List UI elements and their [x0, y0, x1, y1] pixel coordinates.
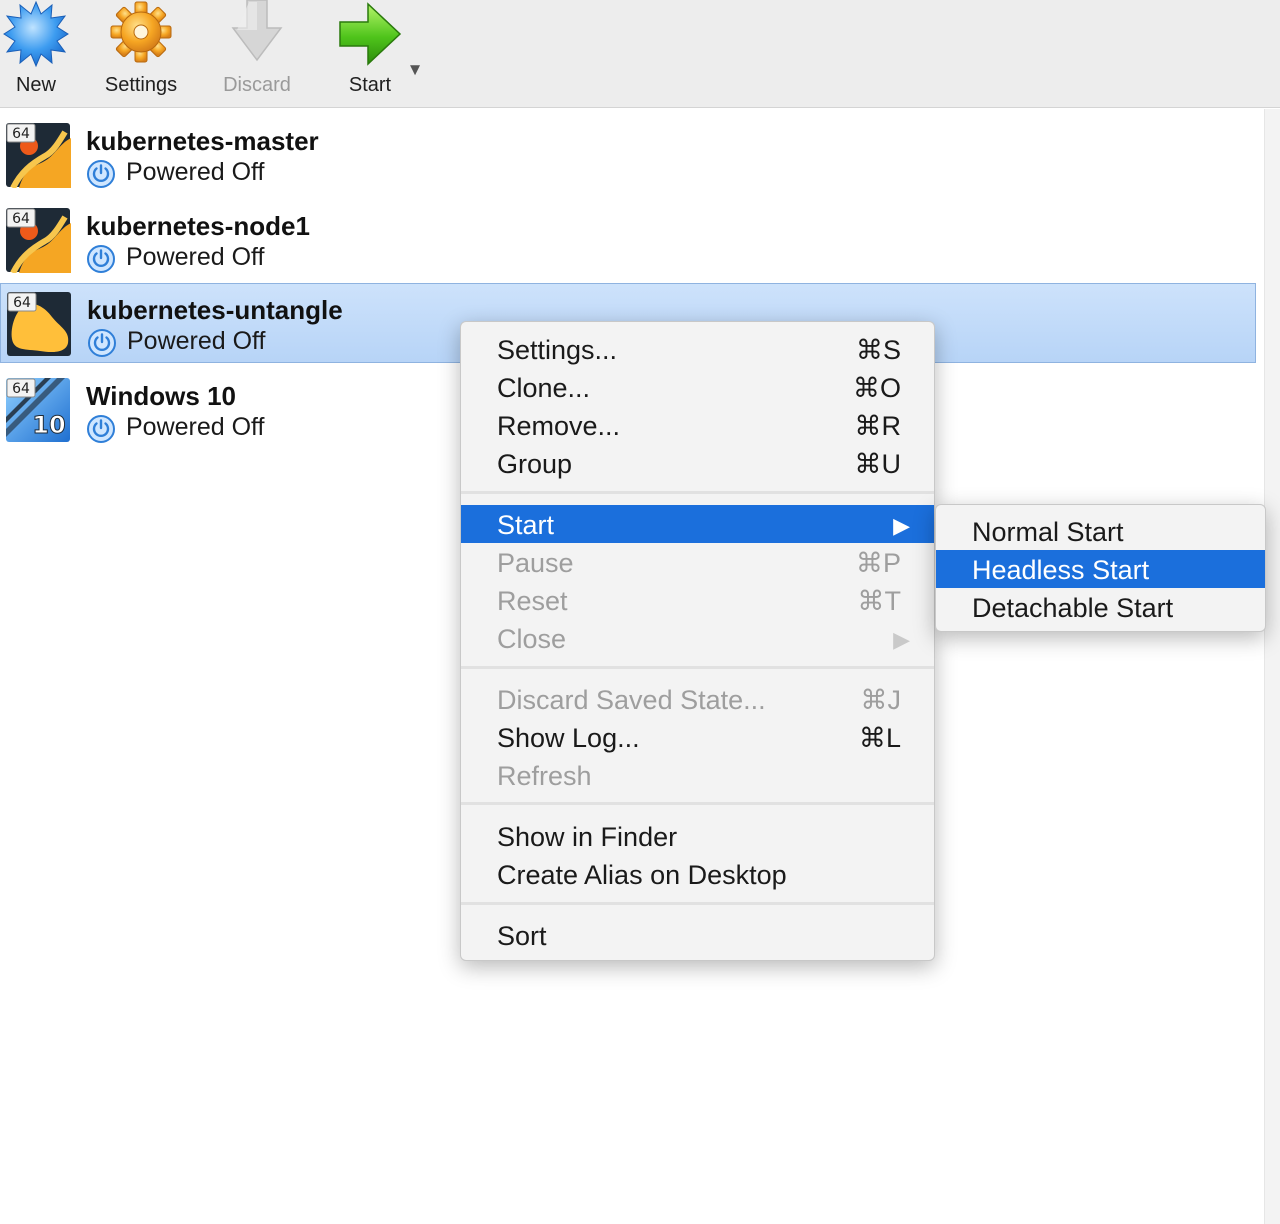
submenu-item-normal-start[interactable]: Normal Start — [936, 512, 1265, 550]
vm-name: Windows 10 — [86, 381, 237, 411]
submenu-item-headless-start[interactable]: Headless Start — [936, 550, 1265, 588]
menu-item-start[interactable]: Start ▶ — [461, 505, 934, 543]
arch-badge: 64 — [13, 295, 31, 311]
start-label: Start — [348, 74, 392, 96]
other-os-icon: 64 — [7, 292, 71, 356]
menu-separator — [461, 491, 934, 494]
menu-separator — [461, 802, 934, 805]
menu-item-show-in-finder[interactable]: Show in Finder — [461, 817, 934, 855]
menu-item-pause[interactable]: Pause ⌘P — [461, 543, 934, 581]
toolbar: New Settings Discard Start ▼ — [0, 0, 1280, 108]
new-vm-starburst-icon — [3, 0, 69, 68]
start-button[interactable]: Start — [334, 0, 406, 106]
menu-item-group[interactable]: Group ⌘U — [461, 444, 934, 482]
start-arrow-right-icon — [339, 2, 402, 66]
menu-item-sort[interactable]: Sort — [461, 916, 934, 954]
vm-name: kubernetes-untangle — [87, 295, 343, 325]
menu-item-discard-saved-state[interactable]: Discard Saved State... ⌘J — [461, 680, 934, 718]
menu-item-remove[interactable]: Remove... ⌘R — [461, 406, 934, 444]
submenu-arrow-icon: ▶ — [893, 627, 910, 652]
menu-item-close[interactable]: Close ▶ — [461, 619, 934, 657]
shortcut: ⌘O — [852, 373, 901, 403]
submenu-arrow-icon: ▶ — [893, 513, 910, 538]
scrollbar-track[interactable] — [1264, 109, 1280, 1224]
windows10-os-icon: 64 10 — [6, 378, 70, 442]
power-off-icon — [87, 245, 115, 273]
vm-state: Powered Off — [127, 327, 266, 355]
start-dropdown-caret-icon[interactable]: ▼ — [405, 60, 425, 80]
power-off-icon — [87, 415, 115, 443]
power-off-icon — [88, 329, 116, 357]
arch-badge: 64 — [12, 211, 30, 227]
vm-state: Powered Off — [126, 243, 265, 271]
arch-badge: 64 — [12, 126, 30, 142]
discard-arrow-down-icon — [231, 0, 283, 62]
shortcut: ⌘J — [860, 685, 902, 715]
menu-separator — [461, 666, 934, 669]
vm-row-kubernetes-node1[interactable]: 64 kubernetes-node1 Powered Off — [0, 197, 1256, 279]
new-label: New — [15, 74, 56, 96]
os-version-badge: 10 — [32, 411, 65, 439]
discard-button[interactable]: Discard — [218, 0, 296, 106]
shortcut: ⌘U — [854, 449, 902, 479]
shortcut: ⌘P — [855, 548, 901, 578]
new-button[interactable]: New — [0, 0, 72, 106]
vm-name: kubernetes-node1 — [86, 211, 310, 241]
menu-item-clone[interactable]: Clone... ⌘O — [461, 368, 934, 406]
vm-name: kubernetes-master — [86, 126, 319, 156]
menu-separator — [461, 902, 934, 905]
settings-label: Settings — [104, 74, 178, 96]
menu-item-reset[interactable]: Reset ⌘T — [461, 581, 934, 619]
menu-item-create-alias[interactable]: Create Alias on Desktop — [461, 855, 934, 893]
vm-context-menu: Settings... ⌘S Clone... ⌘O Remove... ⌘R … — [460, 321, 935, 961]
linux-os-icon: 64 — [6, 208, 71, 273]
vm-state: Powered Off — [126, 413, 265, 441]
shortcut: ⌘S — [855, 335, 901, 365]
gear-icon — [110, 1, 172, 63]
menu-item-show-log[interactable]: Show Log... ⌘L — [461, 718, 934, 756]
shortcut: ⌘L — [858, 723, 901, 753]
arch-badge: 64 — [12, 381, 30, 397]
menu-item-settings[interactable]: Settings... ⌘S — [461, 330, 934, 368]
menu-item-refresh[interactable]: Refresh — [461, 756, 934, 794]
start-submenu: Normal Start Headless Start Detachable S… — [935, 504, 1266, 632]
shortcut: ⌘T — [857, 586, 902, 616]
linux-os-icon: 64 — [6, 123, 71, 188]
power-off-icon — [87, 160, 115, 188]
submenu-item-detachable-start[interactable]: Detachable Start — [936, 588, 1265, 626]
vm-row-kubernetes-master[interactable]: 64 kubernetes-master Powered Off — [0, 112, 1256, 194]
discard-label: Discard — [223, 74, 291, 96]
settings-button[interactable]: Settings — [100, 0, 182, 106]
vm-state: Powered Off — [126, 158, 265, 186]
shortcut: ⌘R — [854, 411, 902, 441]
